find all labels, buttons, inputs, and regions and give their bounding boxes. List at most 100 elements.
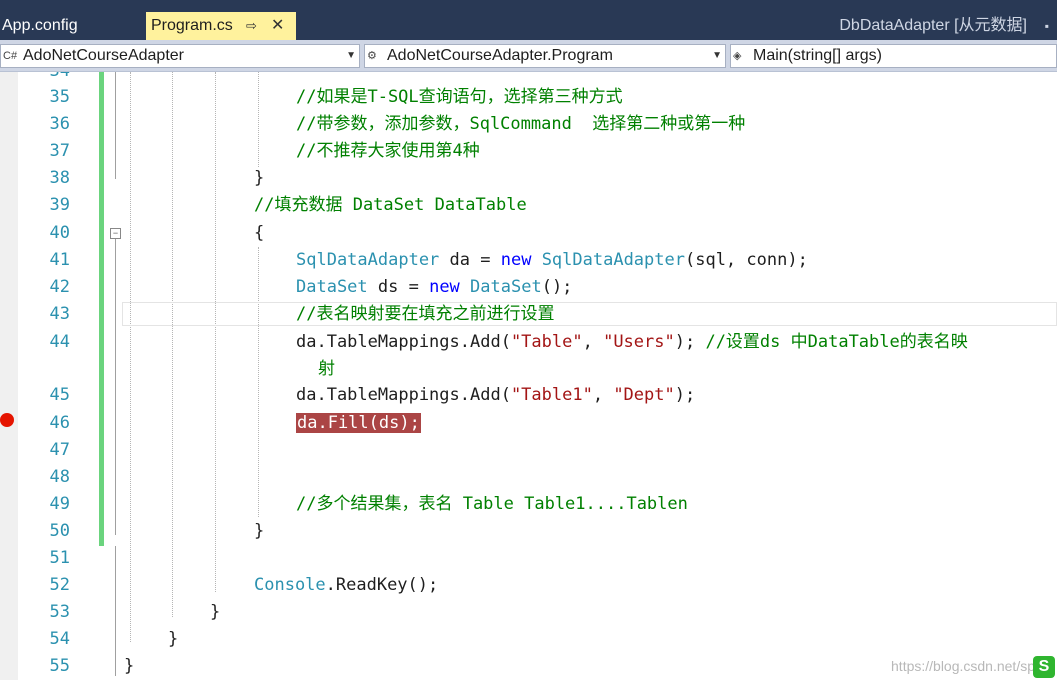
code-token: "Table1" (510, 385, 593, 405)
indent-guide (258, 247, 259, 517)
code-line[interactable]: //不推荐大家使用第4种 (296, 138, 480, 165)
code-line[interactable]: } (210, 599, 220, 626)
code-line[interactable]: //填充数据 DataSet DataTable (254, 192, 527, 219)
csharp-project-icon: C# (3, 50, 18, 62)
dropdown-value: Main(string[] args) (753, 47, 882, 64)
code-line[interactable]: DataSet ds = new DataSet(); (296, 274, 572, 301)
code-line[interactable]: } (124, 653, 134, 680)
project-dropdown[interactable]: C# AdoNetCourseAdapter ▼ (0, 44, 360, 68)
code-token: SqlDataAdapter (541, 250, 685, 270)
line-number: 52 (49, 575, 70, 595)
code-token: DataSet (296, 277, 368, 297)
code-token: (); (541, 277, 573, 297)
breakpoint-icon[interactable] (0, 413, 14, 427)
code-token: (sql, conn); (684, 250, 808, 270)
member-dropdown[interactable]: ◈ Main(string[] args) (730, 44, 1057, 68)
code-token: { (254, 223, 265, 243)
tab-program-cs[interactable]: Program.cs ⇨ ✕ (146, 12, 296, 40)
code-token: } (210, 602, 221, 622)
code-line[interactable]: //如果是T-SQL查询语句，选择第三种方式 (296, 84, 623, 111)
class-icon: ⚙ (367, 50, 377, 62)
code-token: //填充数据 DataSet DataTable (254, 195, 527, 215)
code-line[interactable]: } (254, 165, 264, 192)
indent-guide (172, 72, 173, 617)
class-dropdown[interactable]: ⚙ AdoNetCourseAdapter.Program ▼ (364, 44, 726, 68)
code-line[interactable]: 射 (318, 356, 335, 383)
code-line[interactable]: da.TableMappings.Add("Table", "Users"); … (296, 329, 968, 356)
code-token: } (124, 656, 135, 676)
line-number: 49 (49, 494, 70, 514)
line-number: 36 (49, 114, 70, 134)
line-number: 41 (49, 250, 70, 270)
code-token: "Users" (603, 332, 675, 352)
code-line[interactable]: } (254, 518, 264, 545)
code-token: } (168, 629, 179, 649)
document-tab-strip: App.config Program.cs ⇨ ✕ DbDataAdapter … (0, 0, 1057, 40)
code-line[interactable]: } (168, 626, 178, 653)
line-number: 48 (49, 467, 70, 487)
line-number: 40 (49, 223, 70, 243)
line-number: 35 (49, 87, 70, 107)
line-number: 43 (49, 304, 70, 324)
code-token: //不推荐大家使用第4种 (296, 141, 480, 161)
code-token: .ReadKey(); (325, 575, 439, 595)
code-token: "Dept" (613, 385, 675, 405)
code-token: //设置ds 中DataTable的表名映 (705, 332, 968, 352)
outline-line (115, 546, 116, 676)
line-number: 50 (49, 521, 70, 541)
indent-guide (258, 72, 259, 167)
watermark: https://blog.csdn.net/sp (891, 658, 1035, 674)
code-token: ); (674, 385, 696, 405)
code-token: , (582, 332, 604, 352)
code-line[interactable]: Console.ReadKey(); (254, 572, 438, 599)
code-token: //带参数，添加参数，SqlCommand 选择第二种或第一种 (296, 114, 746, 134)
current-line-highlight (122, 302, 1057, 326)
tab-label: Program.cs (151, 17, 233, 34)
code-token: //如果是T-SQL查询语句，选择第三种方式 (296, 87, 623, 107)
line-number: 37 (49, 141, 70, 161)
tab-label: App.config (2, 17, 78, 34)
code-token: da = (439, 250, 501, 270)
close-icon[interactable]: ✕ (271, 12, 284, 40)
code-token: ds = (367, 277, 430, 297)
code-line[interactable]: da.TableMappings.Add("Table1", "Dept"); (296, 382, 695, 409)
line-number: 47 (49, 440, 70, 460)
pin-icon[interactable]: ▪ (1045, 12, 1049, 40)
code-line[interactable]: da.Fill(ds); (296, 410, 421, 437)
line-number: 38 (49, 168, 70, 188)
outline-line (115, 239, 116, 535)
change-tracking-bar (99, 72, 104, 546)
app-badge-icon: S (1033, 656, 1055, 678)
dropdown-value: AdoNetCourseAdapter.Program (387, 47, 613, 64)
code-editor[interactable]: − 34 35//如果是T-SQL查询语句，选择第三种方式36//带参数，添加参… (0, 72, 1057, 680)
code-token: new (429, 277, 460, 297)
code-line[interactable]: //多个结果集，表名 Table Table1....Tablen (296, 491, 688, 518)
code-token: SqlDataAdapter (296, 250, 440, 270)
pin-icon[interactable]: ⇨ (246, 12, 257, 40)
navigation-bar: C# AdoNetCourseAdapter ▼ ⚙ AdoNetCourseA… (0, 40, 1057, 72)
chevron-down-icon[interactable]: ▼ (712, 45, 722, 67)
outline-line (115, 72, 116, 179)
line-number: 42 (49, 277, 70, 297)
line-number: 44 (49, 332, 70, 352)
collapse-icon[interactable]: − (110, 228, 121, 239)
code-token: //多个结果集，表名 Table Table1....Tablen (296, 494, 688, 514)
line-number: 55 (49, 656, 70, 676)
code-token: new (500, 250, 532, 270)
code-line[interactable]: //表名映射要在填充之前进行设置 (296, 301, 554, 328)
code-token: } (254, 521, 265, 541)
tab-app-config[interactable]: App.config (0, 12, 146, 40)
code-line[interactable]: { (254, 220, 264, 247)
project-title: DbDataAdapter [从元数据] (839, 17, 1027, 34)
code-token: } (254, 168, 265, 188)
code-line[interactable]: SqlDataAdapter da = new SqlDataAdapter(s… (296, 247, 808, 274)
code-line[interactable]: //带参数，添加参数，SqlCommand 选择第二种或第一种 (296, 111, 745, 138)
glyph-margin[interactable] (0, 72, 18, 680)
code-token: DataSet (470, 277, 542, 297)
indent-guide (130, 72, 131, 642)
chevron-down-icon[interactable]: ▼ (346, 45, 356, 67)
code-token: ); (674, 332, 706, 352)
line-number: 45 (49, 385, 70, 405)
code-token: 射 (318, 359, 335, 379)
